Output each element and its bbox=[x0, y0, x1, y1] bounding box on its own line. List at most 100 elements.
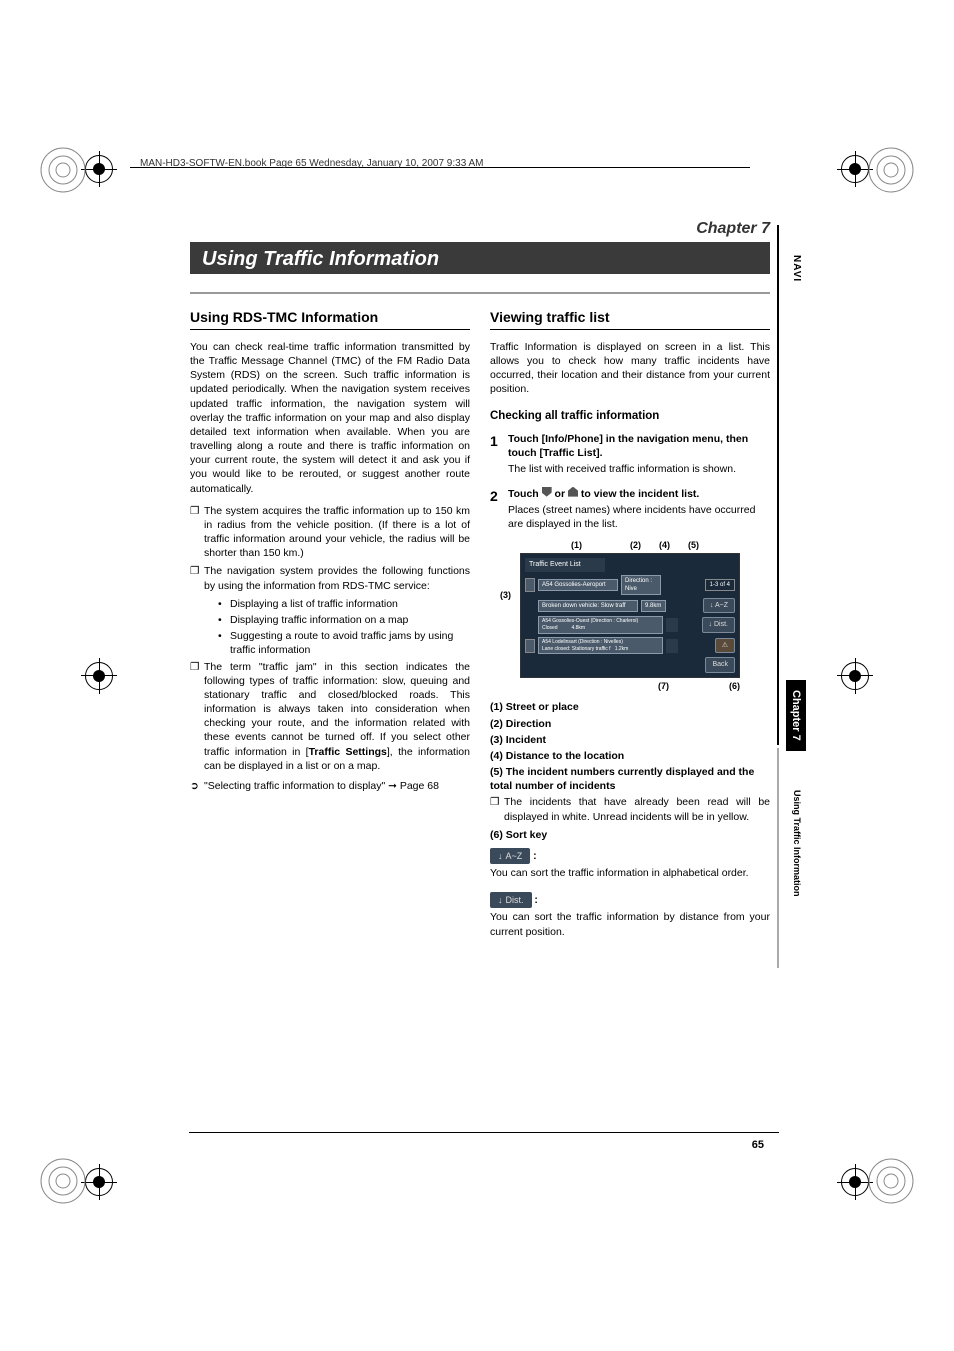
list-cell: Broken down vehicle: Slow traff bbox=[538, 600, 638, 612]
title-underline bbox=[190, 292, 770, 294]
legend-item: (3) Incident bbox=[490, 733, 770, 747]
chapter-title: Using Traffic Information bbox=[202, 248, 439, 270]
page-number: 65 bbox=[752, 1139, 764, 1151]
list-text: The navigation system provides the follo… bbox=[204, 564, 470, 592]
section-heading: Viewing traffic list bbox=[490, 308, 770, 330]
warning-icon-button: ⚠ bbox=[715, 638, 735, 653]
body-text: You can sort the traffic information in … bbox=[490, 866, 770, 880]
left-column: Using RDS-TMC Information You can check … bbox=[190, 308, 470, 947]
down-arrow-icon: ↓ bbox=[498, 851, 503, 861]
callout-label: (3) bbox=[500, 589, 511, 601]
list-text: Displaying a list of traffic information bbox=[230, 597, 398, 611]
traffic-icon bbox=[666, 639, 678, 653]
legend-item: (2) Direction bbox=[490, 717, 770, 731]
cross-reference: ➲ "Selecting traffic information to disp… bbox=[190, 779, 470, 793]
step-number: 2 bbox=[490, 487, 508, 532]
list-item: ❐ The navigation system provides the fol… bbox=[190, 564, 470, 592]
section-heading: Using RDS-TMC Information bbox=[190, 308, 470, 330]
bullet-icon: • bbox=[218, 597, 230, 611]
list-cell: A54 Lodelinsart (Direction : Nivelles)La… bbox=[538, 637, 663, 655]
legend-item: (4) Distance to the location bbox=[490, 749, 770, 763]
nav-device-screen: Traffic Event List A54 Gossolies-Aeropor… bbox=[520, 553, 740, 678]
list-item: ❐ The term "traffic jam" in this section… bbox=[190, 660, 470, 773]
registration-mark bbox=[85, 662, 113, 690]
list-item: •Displaying traffic information on a map bbox=[218, 613, 470, 627]
legend-item: (1) Street or place bbox=[490, 700, 770, 714]
list-text: The system acquires the traffic informat… bbox=[204, 504, 470, 561]
screen-title: Traffic Event List bbox=[525, 558, 605, 571]
list-item: •Suggesting a route to avoid traffic jam… bbox=[218, 629, 470, 657]
scroll-down-icon bbox=[525, 639, 535, 653]
list-item: ❐ The incidents that have already been r… bbox=[490, 795, 770, 823]
list-item: •Displaying a list of traffic informatio… bbox=[218, 597, 470, 611]
step-number: 1 bbox=[490, 432, 508, 477]
body-text: Traffic Information is displayed on scre… bbox=[490, 340, 770, 397]
step-title: Touch or to view the incident list. bbox=[508, 487, 770, 501]
registration-mark bbox=[85, 155, 113, 183]
side-rule bbox=[777, 225, 779, 745]
bullet-icon: • bbox=[218, 629, 230, 657]
sort-dist-button: ↓ Dist. bbox=[702, 617, 735, 632]
body-text: You can sort the traffic information by … bbox=[490, 910, 770, 938]
up-arrow-icon bbox=[568, 487, 578, 497]
side-rule-gray bbox=[777, 748, 779, 968]
registration-mark bbox=[841, 155, 869, 183]
bullet-icon: ❐ bbox=[190, 504, 204, 561]
list-text: The term "traffic jam" in this section i… bbox=[204, 660, 470, 773]
bullet-icon: ❐ bbox=[190, 564, 204, 592]
sort-az-button: ↓ A~Z bbox=[703, 598, 735, 613]
screenshot-figure: (1) (2) (4) (5) (3) Traffic Event List A… bbox=[520, 539, 750, 692]
footer-rule bbox=[189, 1132, 779, 1133]
traffic-icon bbox=[666, 618, 678, 632]
callout-label: (5) bbox=[688, 539, 699, 551]
subsection-heading: Checking all traffic information bbox=[490, 409, 770, 425]
bullet-icon: ❐ bbox=[190, 660, 204, 773]
list-cell: A54 Gossolies-Aeroport bbox=[538, 579, 618, 591]
step-title: Touch [Info/Phone] in the navigation men… bbox=[508, 432, 770, 460]
step-item: 2 Touch or to view the incident list. Pl… bbox=[490, 487, 770, 532]
running-header: MAN-HD3-SOFTW-EN.book Page 65 Wednesday,… bbox=[140, 158, 484, 169]
down-arrow-icon bbox=[542, 487, 552, 497]
bullet-icon: ❐ bbox=[490, 795, 504, 823]
xref-arrow-icon: ➲ bbox=[190, 779, 204, 793]
corner-mark-icon bbox=[866, 145, 916, 195]
step-description: Places (street names) where incidents ha… bbox=[508, 503, 770, 531]
list-cell: Direction : Nive bbox=[621, 575, 661, 595]
list-cell: A54 Gossolies-Ouest (Direction : Charler… bbox=[538, 616, 663, 634]
down-arrow-icon: ↓ bbox=[498, 895, 503, 905]
registration-mark bbox=[85, 1168, 113, 1196]
list-text: The incidents that have already been rea… bbox=[504, 795, 770, 823]
side-tab-section: Using Traffic Information bbox=[792, 790, 802, 897]
xref-text: "Selecting traffic information to displa… bbox=[204, 779, 439, 793]
step-item: 1 Touch [Info/Phone] in the navigation m… bbox=[490, 432, 770, 477]
sort-az-button-illustration: ↓A~Z bbox=[490, 848, 530, 864]
step-description: The list with received traffic informati… bbox=[508, 462, 770, 476]
body-text: You can check real-time traffic informat… bbox=[190, 340, 470, 496]
list-text: Suggesting a route to avoid traffic jams… bbox=[230, 629, 470, 657]
registration-mark bbox=[841, 1168, 869, 1196]
legend-item: (6) Sort key bbox=[490, 828, 770, 842]
corner-mark-icon bbox=[38, 1156, 88, 1206]
list-item: ❐ The system acquires the traffic inform… bbox=[190, 504, 470, 561]
list-cell: 9.8km bbox=[641, 600, 666, 612]
legend-item: (5) The incident numbers currently dis­p… bbox=[490, 765, 770, 793]
callout-label: (7) bbox=[658, 680, 669, 692]
back-button: Back bbox=[705, 657, 735, 672]
callout-label: (2) bbox=[630, 539, 641, 551]
chapter-label: Chapter 7 bbox=[190, 220, 770, 238]
scroll-up-icon bbox=[525, 578, 535, 592]
list-text: Displaying traffic information on a map bbox=[230, 613, 408, 627]
count-badge: 1-3 of 4 bbox=[705, 579, 735, 591]
side-tab-chapter: Chapter 7 bbox=[786, 680, 806, 751]
callout-label: (6) bbox=[729, 680, 740, 692]
corner-mark-icon bbox=[866, 1156, 916, 1206]
registration-mark bbox=[841, 662, 869, 690]
callout-label: (1) bbox=[571, 539, 582, 551]
side-tab-navi: NAVI bbox=[791, 255, 802, 282]
bullet-icon: • bbox=[218, 613, 230, 627]
sort-dist-button-illustration: ↓Dist. bbox=[490, 892, 532, 908]
right-column: Viewing traffic list Traffic Information… bbox=[490, 308, 770, 947]
chapter-title-bar: Using Traffic Information bbox=[190, 242, 770, 274]
corner-mark-icon bbox=[38, 145, 88, 195]
callout-label: (4) bbox=[659, 539, 670, 551]
